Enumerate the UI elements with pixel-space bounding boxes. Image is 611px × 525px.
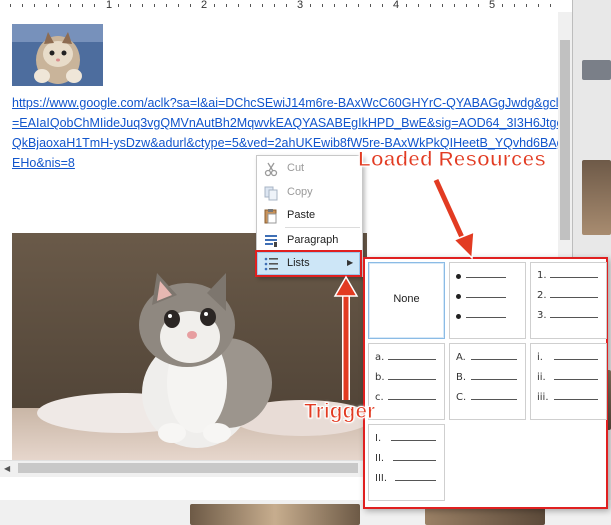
loaded-resources-label: Loaded Resources: [358, 148, 547, 172]
trigger-arrow: [333, 275, 359, 400]
trigger-label: Trigger: [303, 400, 376, 424]
loaded-resources-arrow: [432, 178, 475, 260]
annotation-arrows: [333, 178, 475, 400]
